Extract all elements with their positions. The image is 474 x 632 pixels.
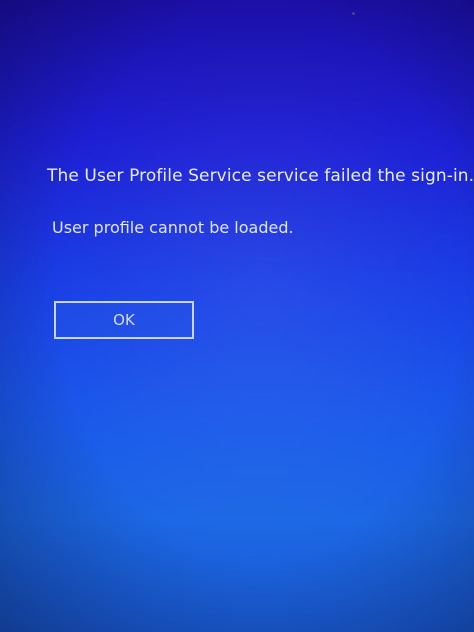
error-title: The User Profile Service service failed …: [47, 166, 474, 186]
error-message: User profile cannot be loaded.: [52, 218, 294, 237]
ok-button[interactable]: OK: [54, 301, 194, 339]
lock-screen-background: The User Profile Service service failed …: [0, 0, 474, 632]
ok-button-label: OK: [113, 311, 135, 329]
screen-dust-speck: [352, 12, 355, 15]
